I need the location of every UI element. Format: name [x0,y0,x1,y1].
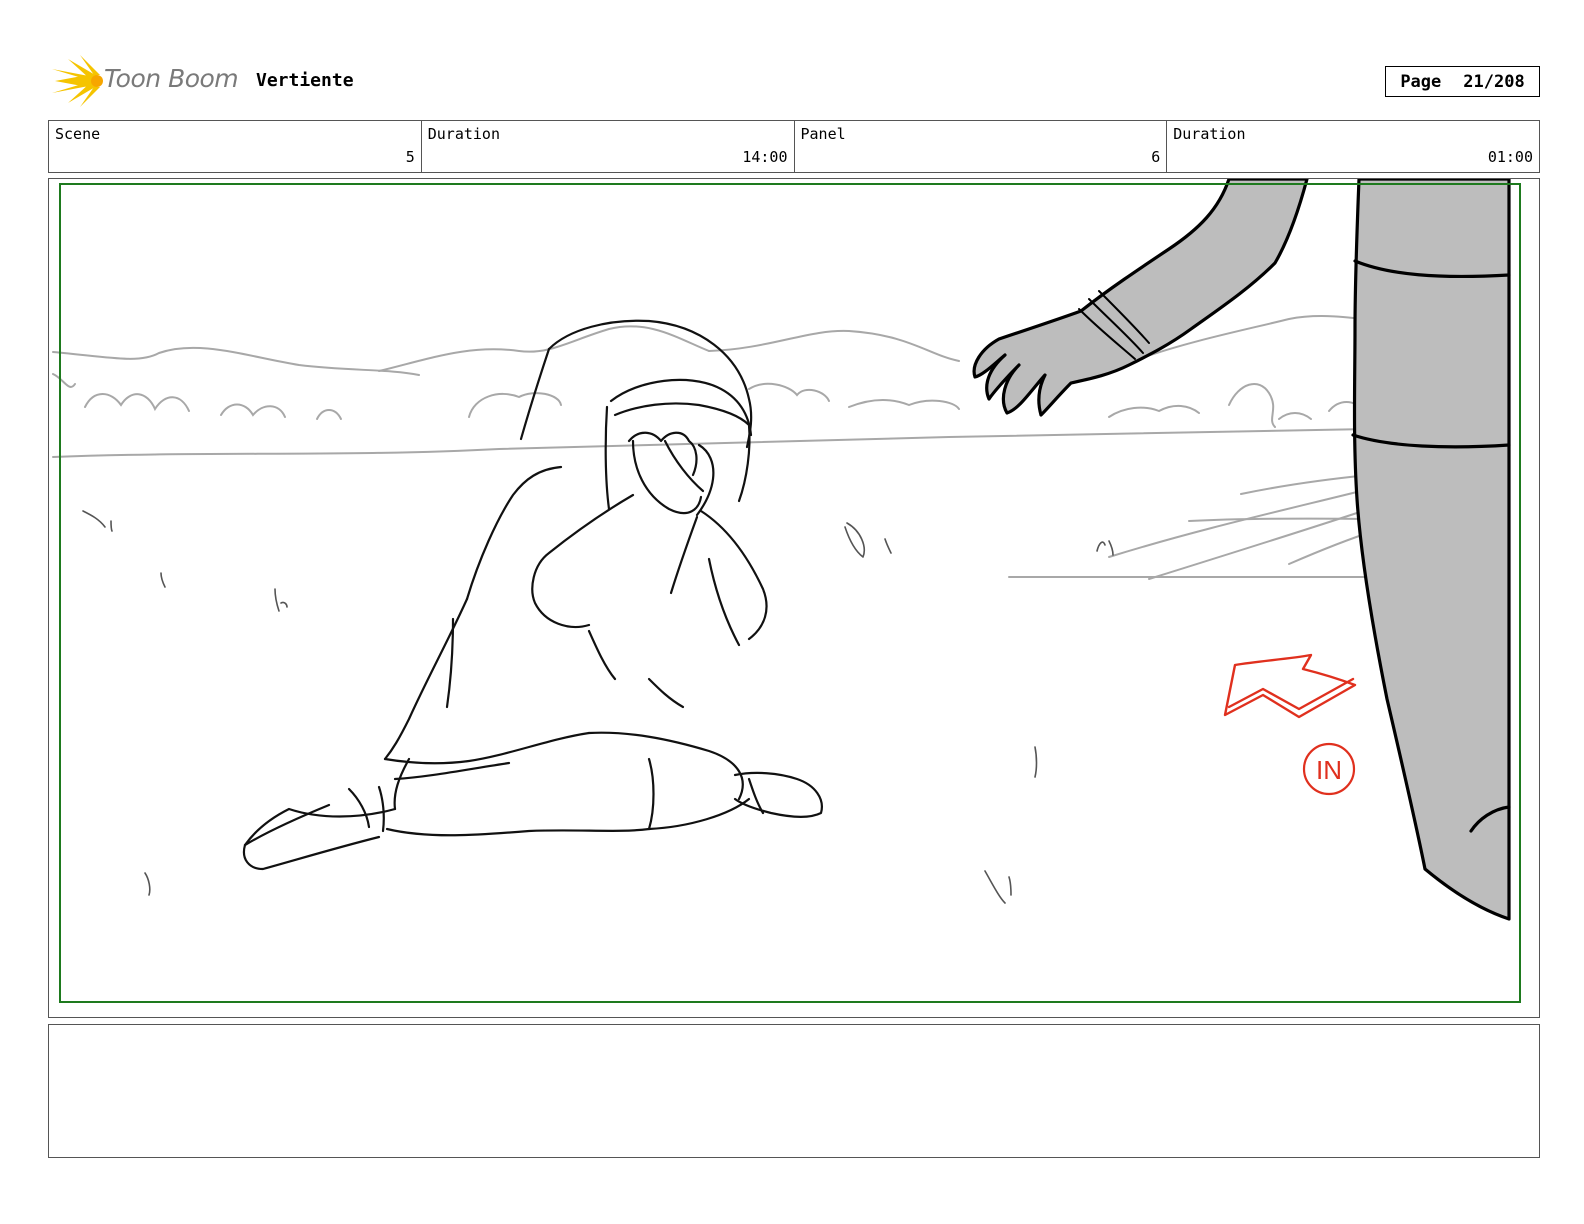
page-indicator: Page 21/208 [1385,66,1540,97]
project-title: Vertiente [256,70,354,91]
scene-duration-label: Duration [427,125,500,143]
panel-label: Panel [800,125,846,143]
storyboard-panel: IN [48,178,1540,1018]
scene-duration-value: 14:00 [742,148,788,166]
scene-label: Scene [55,125,101,143]
annotation-text: IN [1316,755,1342,785]
logo-text: Toon Boom [104,64,239,93]
background-hills [52,315,1430,580]
scene-info-table: Scene 5 Duration 14:00 Panel 6 Duration … [48,120,1540,173]
panel-value: 6 [1151,148,1161,166]
grass-tufts [82,510,1114,904]
page-number: 21/208 [1463,71,1525,92]
scene-duration-cell: Duration 14:00 [422,121,795,172]
panel-duration-cell: Duration 01:00 [1167,121,1539,172]
safe-frame [59,183,1521,1003]
panel-sketch: IN [52,179,1521,1003]
panel-duration-value: 01:00 [1487,148,1533,166]
girl-sketch [242,319,823,871]
scene-cell: Scene 5 [49,121,422,172]
scene-value: 5 [405,148,415,166]
panel-duration-label: Duration [1173,125,1246,143]
page-label: Page [1400,71,1442,92]
panel-notes-box[interactable] [48,1024,1540,1158]
camera-move-arrow-icon [1223,653,1357,719]
panel-cell: Panel 6 [795,121,1168,172]
